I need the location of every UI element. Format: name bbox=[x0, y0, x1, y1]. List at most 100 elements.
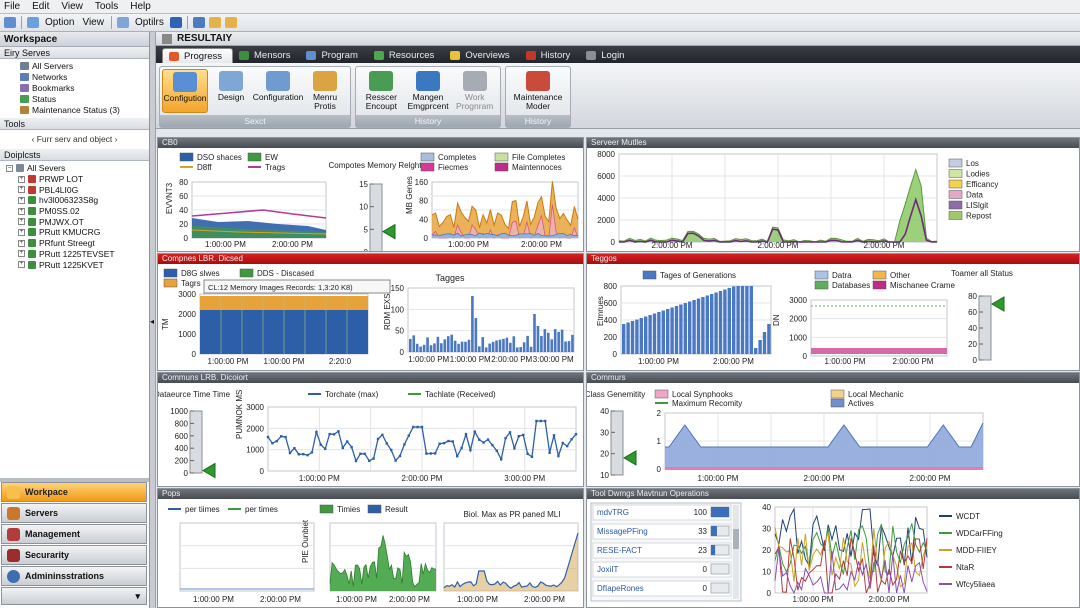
option-icon[interactable] bbox=[27, 17, 39, 28]
more-buttons[interactable]: ▾ bbox=[1, 587, 147, 605]
expand-icon[interactable]: + bbox=[18, 207, 25, 215]
workspace-button[interactable]: Workpace bbox=[1, 482, 147, 502]
legend-label: Maximum Recomity bbox=[672, 399, 742, 408]
legend-label: Data bbox=[966, 191, 983, 200]
menu-help[interactable]: Help bbox=[130, 1, 151, 12]
arrow-icon bbox=[462, 71, 487, 91]
app-icon bbox=[162, 33, 172, 44]
save-icon[interactable] bbox=[169, 17, 182, 28]
management-ribbon-button[interactable]: Mangen Emgprcent bbox=[405, 69, 452, 113]
expand-icon[interactable]: + bbox=[18, 218, 25, 226]
server-icon bbox=[28, 207, 36, 216]
x-tick-label: 1:00:00 PM bbox=[299, 474, 340, 483]
tools-hint[interactable]: ‹ Furr serv and object › bbox=[0, 130, 149, 148]
administration-button[interactable]: Admininsstrations bbox=[1, 566, 147, 586]
option-button[interactable]: Option bbox=[45, 17, 74, 28]
maintenance-mode-button[interactable]: Maintenance Moder bbox=[508, 69, 568, 113]
expand-icon[interactable]: + bbox=[18, 228, 25, 236]
collapse-icon[interactable]: – bbox=[6, 164, 13, 172]
legend-label: MDD-FIIEY bbox=[956, 546, 998, 555]
x-tick-label: 1:00:00 PM bbox=[193, 595, 234, 604]
tree-item[interactable]: + hv3l006323S8g bbox=[0, 195, 149, 206]
menu-file[interactable]: File bbox=[4, 1, 20, 12]
view-button[interactable]: View bbox=[82, 17, 104, 28]
data-point bbox=[530, 455, 534, 459]
rescan-button[interactable]: Resscer Encoupt bbox=[358, 69, 405, 113]
tree-item[interactable]: + PRutt KMUCRG bbox=[0, 227, 149, 238]
tree-item[interactable]: + PRWP LOT bbox=[0, 174, 149, 185]
nav-label: All Servers bbox=[32, 60, 74, 71]
play-icon[interactable] bbox=[192, 17, 205, 28]
options-icon[interactable] bbox=[116, 17, 129, 28]
bar bbox=[536, 326, 540, 352]
bar bbox=[509, 342, 512, 352]
servers-button[interactable]: Servers bbox=[1, 503, 147, 523]
bar bbox=[666, 309, 670, 354]
menu-edit[interactable]: Edit bbox=[32, 1, 49, 12]
legend-swatch bbox=[948, 190, 963, 199]
tree-item[interactable]: + PM0SS.02 bbox=[0, 206, 149, 217]
data-point bbox=[473, 430, 476, 433]
tree-item[interactable]: + PRfunt Streegt bbox=[0, 238, 149, 249]
server-tree: – All Severs + PRWP LOT + PBL4LI0G + hv3l00632… bbox=[0, 161, 149, 270]
gauge-tick-label: 30 bbox=[600, 428, 609, 437]
tree-item[interactable]: + PRutt 1225KVET bbox=[0, 259, 149, 270]
server-icon bbox=[28, 239, 36, 248]
legend-label: Repost bbox=[966, 212, 992, 221]
bar bbox=[515, 347, 519, 352]
tab-program[interactable]: Program bbox=[300, 48, 367, 63]
tab-overviews[interactable]: Overviews bbox=[444, 48, 519, 63]
y-tick-label: 3000 bbox=[789, 296, 807, 305]
folder-icon[interactable] bbox=[208, 17, 221, 28]
expand-icon[interactable]: + bbox=[18, 175, 25, 183]
tree-item[interactable]: + PMJWX.OT bbox=[0, 216, 149, 227]
tab-history[interactable]: History bbox=[520, 48, 581, 63]
new-icon[interactable] bbox=[4, 17, 16, 28]
nav-maintenance-status[interactable]: Maintenance Status (3) bbox=[0, 104, 149, 115]
design-button[interactable]: Design bbox=[208, 69, 254, 113]
button-label: Design bbox=[217, 92, 245, 102]
nav-all-servers[interactable]: All Servers bbox=[0, 60, 149, 71]
y-tick-label: 0 bbox=[400, 348, 405, 357]
gauge-pointer bbox=[991, 296, 1005, 312]
tree-item[interactable]: + PBL4LI0G bbox=[0, 184, 149, 195]
optilrs-button[interactable]: Optilrs bbox=[135, 17, 164, 28]
gauge-track bbox=[369, 183, 383, 251]
bar bbox=[495, 340, 498, 352]
legend-label: Other bbox=[890, 271, 910, 280]
legend-swatch bbox=[948, 179, 963, 189]
tree-item[interactable]: + PRutt 1225TEVSET bbox=[0, 249, 149, 260]
data-point bbox=[359, 452, 362, 455]
data-point bbox=[548, 451, 551, 454]
configution-button[interactable]: Configution bbox=[162, 69, 209, 113]
tab-login[interactable]: Login bbox=[580, 48, 634, 63]
data-point bbox=[372, 457, 375, 460]
nav-label: Maintenance Status (3) bbox=[32, 104, 120, 115]
data-point bbox=[271, 442, 274, 445]
nav-status[interactable]: Status bbox=[0, 93, 149, 104]
configuration-button[interactable]: Configuration bbox=[253, 69, 303, 113]
nav-bookmarks[interactable]: Bookmarks bbox=[0, 82, 149, 93]
nav-networks[interactable]: Networks bbox=[0, 71, 149, 82]
tab-resources[interactable]: Resources bbox=[368, 48, 444, 63]
expand-icon[interactable]: + bbox=[18, 261, 25, 269]
expand-icon[interactable]: + bbox=[18, 186, 25, 194]
tab-mensors[interactable]: Mensors bbox=[233, 48, 300, 63]
data-point bbox=[302, 452, 305, 456]
menu-protis-button[interactable]: Menru Protis bbox=[302, 69, 348, 113]
folder-open-icon[interactable] bbox=[224, 17, 237, 28]
expand-icon[interactable]: + bbox=[18, 196, 25, 204]
menu-view[interactable]: View bbox=[61, 1, 83, 12]
menu-tools[interactable]: Tools bbox=[95, 1, 118, 12]
expand-icon[interactable]: + bbox=[18, 250, 25, 258]
y-tick-label: 4000 bbox=[597, 194, 615, 203]
tab-progress[interactable]: Progress bbox=[162, 48, 234, 63]
management-button[interactable]: Management bbox=[1, 524, 147, 544]
server-icon bbox=[28, 217, 36, 226]
tree-root[interactable]: – All Severs bbox=[0, 163, 149, 174]
collapse-left-icon[interactable]: ◂ bbox=[150, 317, 154, 326]
expand-icon[interactable]: + bbox=[18, 239, 25, 247]
work-program-button[interactable]: Work Prognram bbox=[451, 69, 498, 113]
legend-label: Wfcy5liaea bbox=[956, 580, 996, 589]
security-button[interactable]: Securarity bbox=[1, 545, 147, 565]
